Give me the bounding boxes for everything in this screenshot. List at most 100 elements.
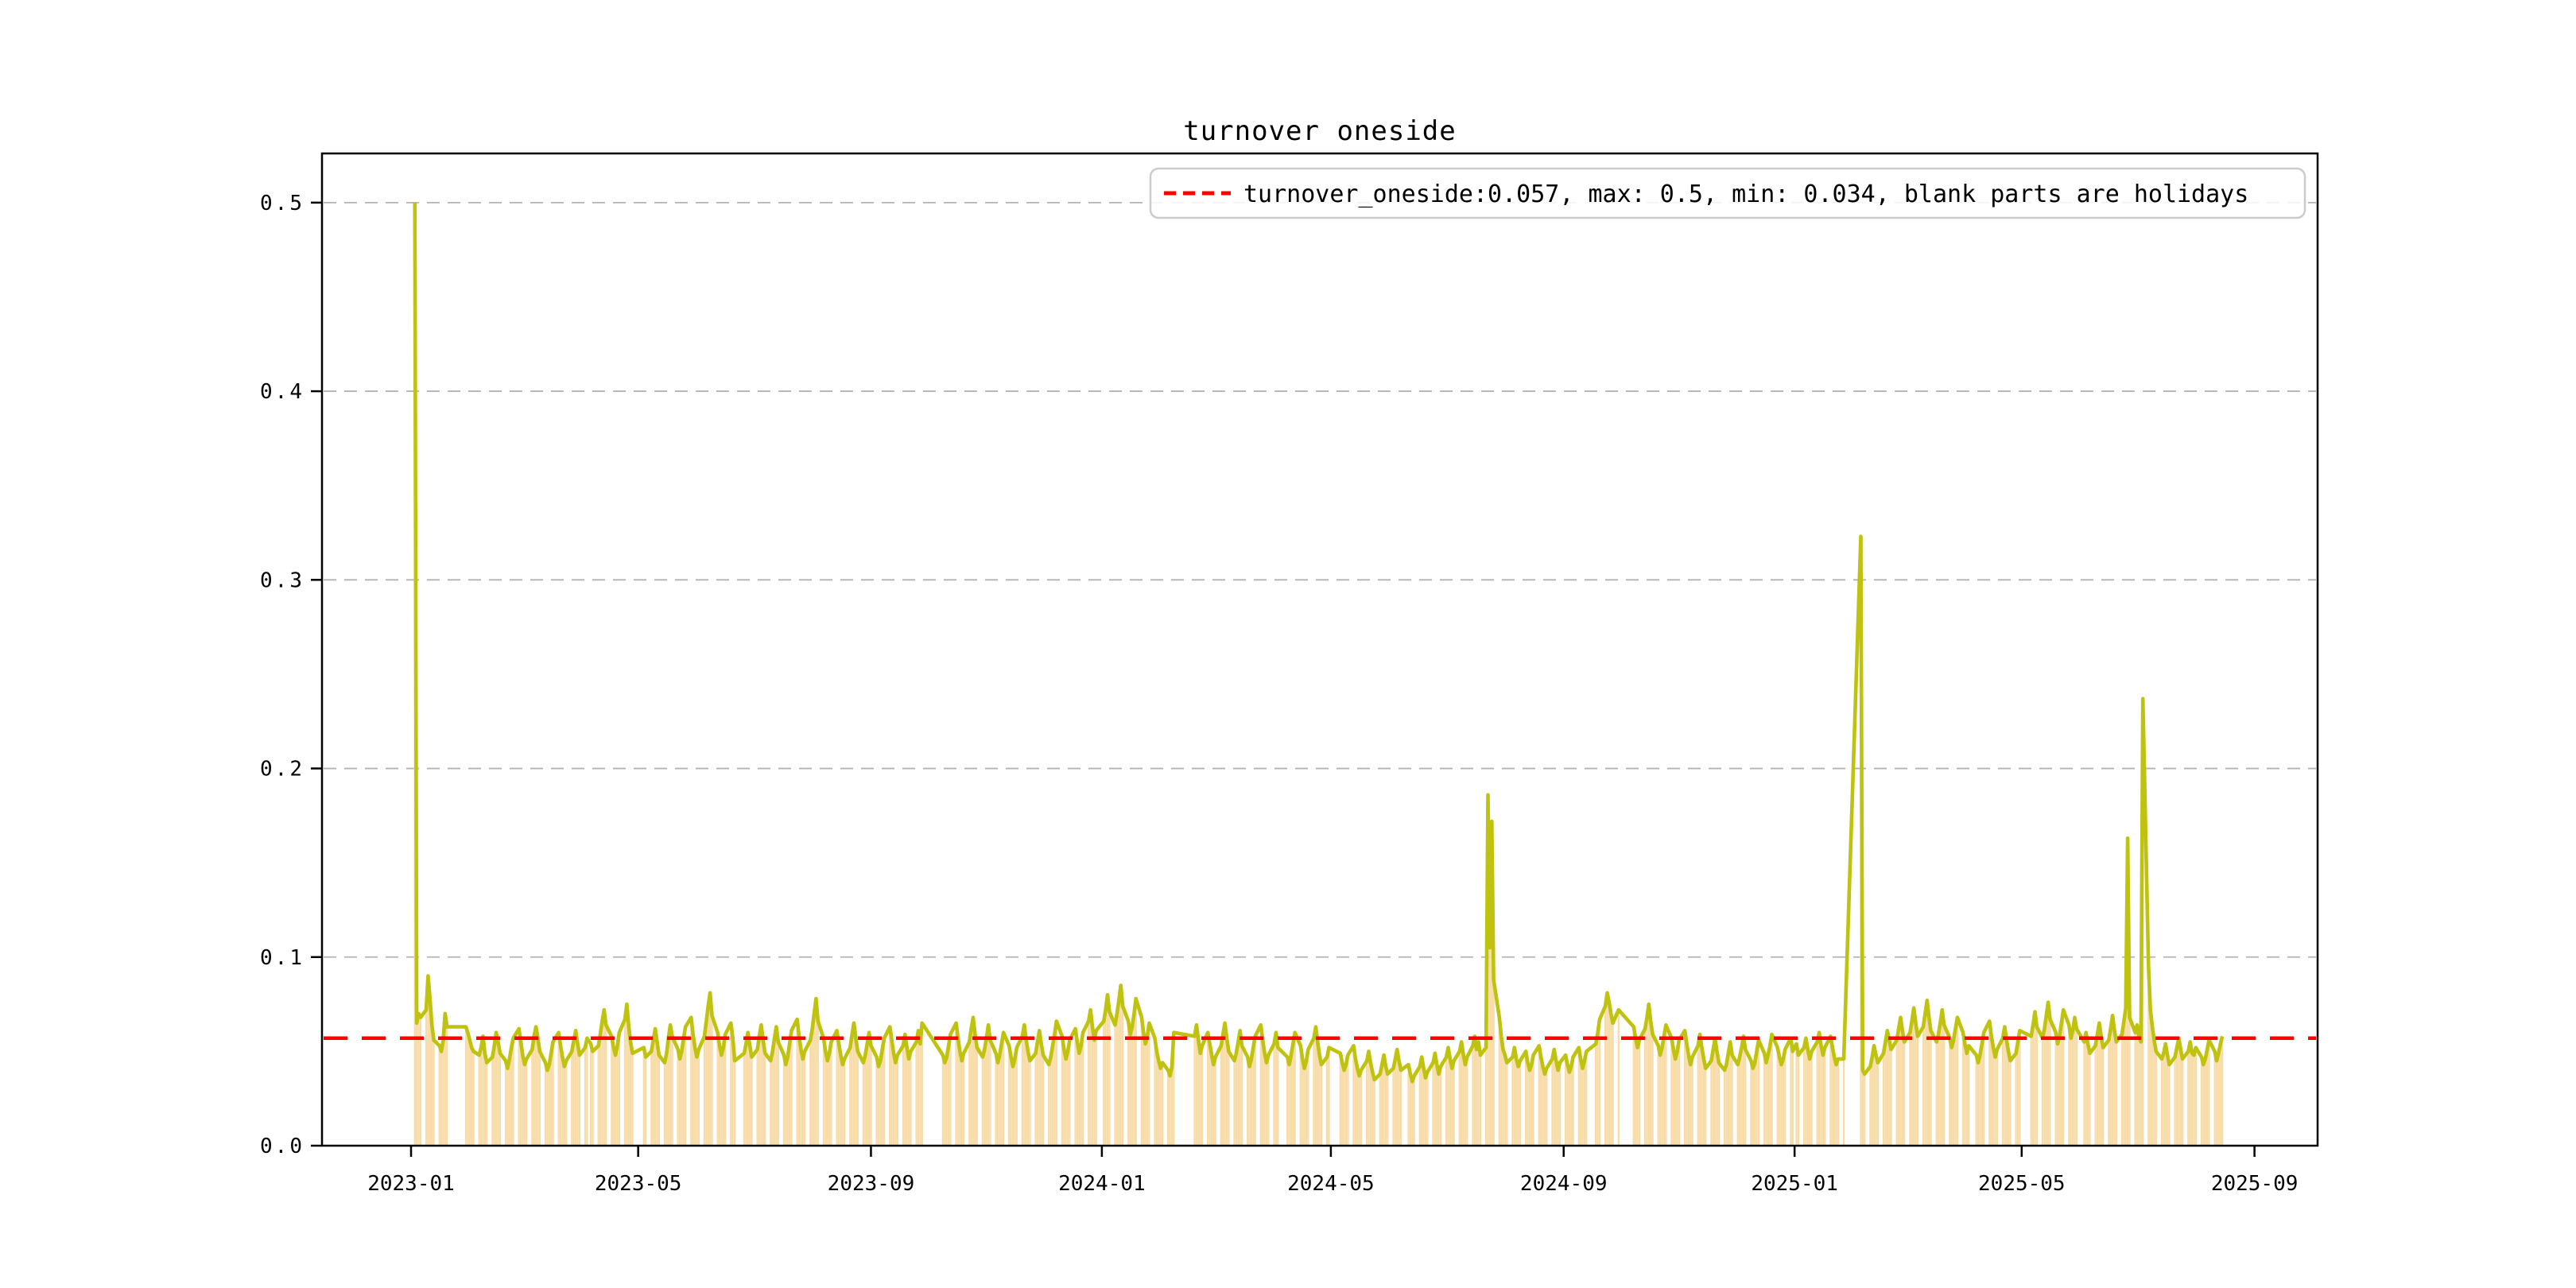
trading-day-bar [1051,1046,1054,1145]
trading-day-bar [981,1057,984,1145]
trading-day-bar [1407,1064,1410,1145]
trading-day-bar [1674,1058,1677,1145]
x-tick-label: 2024-01 [1058,1172,1146,1196]
trading-day-bar [995,1053,997,1145]
trading-day-bar [1744,1049,1747,1145]
trading-day-bar [2074,1017,2076,1145]
trading-day-bar [1577,1047,1580,1145]
trading-day-bar [1053,1034,1056,1145]
trading-day-bar [611,1036,613,1145]
trading-day-bar [879,1061,882,1145]
trading-day-bar [2155,1051,2157,1145]
trading-day-bar [1943,1025,1946,1145]
trading-day-bar [1492,980,1495,1145]
turnover-chart: 2023-01 2023-05 2023-09 2024-01 2024-05 2024-… [260,115,2319,1196]
trading-day-bar [2102,1047,2105,1145]
turnover-oneside-line [413,202,2225,1084]
x-tick-label: 2023-05 [595,1172,682,1196]
trading-day-bar [1313,1038,1315,1145]
trading-day-bar [1484,1047,1488,1145]
trading-day-bar [1990,1036,1992,1145]
trading-day-bar [786,1057,789,1145]
trading-day-bar [1791,1051,1794,1145]
trading-day-bar [974,1034,976,1145]
trading-day-bar [1731,1055,1733,1145]
trading-day-bar [1646,1017,1648,1145]
trading-day-bar [1500,1036,1503,1145]
trading-day-bar [2164,1043,2167,1145]
trading-day-bar [682,1038,685,1145]
trading-day-bar [479,1047,483,1145]
trading-day-bar [919,1043,921,1145]
trading-day-bar [467,1032,469,1145]
trading-day-bar [1199,1053,1201,1145]
trading-day-bar [563,1066,565,1145]
trading-day-bar [782,1055,786,1145]
legend: turnover_oneside:0.057, max: 0.5, min: 0… [1149,167,2306,219]
trading-day-bar [985,1038,987,1145]
trading-day-bar [1267,1055,1270,1145]
trading-day-bar [2140,1042,2142,1145]
trading-day-bar [1871,1057,1873,1145]
trading-day-bar [2189,1042,2191,1145]
trading-day-bar [478,1055,480,1145]
trading-day-bar [902,1046,905,1145]
trading-day-bar [669,1025,672,1145]
trading-day-bar [1916,1036,1919,1145]
trading-day-bar [1665,1025,1667,1145]
trading-day-bar [2134,1032,2136,1145]
trading-day-bar [2163,1053,2165,1145]
trading-day-bar [1286,1057,1289,1145]
trading-day-bar [1233,1061,1236,1145]
trading-day-bar [2206,1049,2209,1145]
trading-day-bar [565,1061,568,1145]
trading-day-bar [1683,1030,1686,1145]
trading-day-bar [671,1036,673,1145]
trading-day-bar [1952,1040,1955,1145]
trading-day-bar [1752,1068,1754,1145]
trading-day-bar [557,1032,560,1145]
trading-day-bar [718,1046,721,1145]
trading-day-bar [561,1057,564,1145]
trading-day-bar [756,1049,758,1145]
trading-day-bar [1466,1057,1468,1145]
trading-day-bar [1710,1061,1713,1145]
trading-day-bar [1129,1034,1131,1145]
trading-day-bar [797,1036,801,1145]
trading-day-bar [2083,1042,2085,1145]
trading-day-bar [2035,1026,2038,1145]
trading-day-bar [1530,1064,1533,1145]
trading-day-bar [1842,1058,1845,1145]
trading-day-bar [1387,1073,1389,1145]
trading-day-bar [1835,1064,1837,1145]
trading-day-bar [685,1026,687,1145]
trading-day-bar [1290,1055,1293,1145]
trading-day-bar [2136,1025,2139,1145]
trading-day-bar [1670,1038,1673,1145]
trading-day-bar [2215,1061,2218,1145]
trading-day-bar [599,1034,602,1145]
trading-day-bar [518,1028,520,1145]
trading-day-bar [1477,1042,1480,1145]
trading-day-bar [801,1058,804,1145]
trading-day-bar [1449,1058,1452,1145]
trading-day-bar [1604,1006,1607,1145]
trading-day-bar [817,1021,819,1145]
trading-day-bar [864,1055,867,1145]
trading-day-bar [1782,1058,1785,1145]
trading-day-bar [1778,1057,1781,1145]
trading-day-bar [697,1049,700,1145]
trading-day-bar [1939,1022,1942,1145]
trading-day-bar [1610,1013,1612,1145]
trading-day-bar [576,1043,579,1145]
trading-day-bar [1458,1051,1461,1145]
trading-day-bar [1658,1055,1662,1145]
trading-day-bar [1048,1064,1050,1145]
trading-day-bar [2100,1036,2102,1145]
trading-day-bar [1021,1036,1024,1145]
trading-day-bar [2005,1040,2008,1145]
trading-day-bar [1558,1062,1562,1145]
trading-day-bar [1394,1058,1397,1145]
trading-day-bar [533,1036,535,1145]
trading-day-bar [2217,1053,2220,1145]
